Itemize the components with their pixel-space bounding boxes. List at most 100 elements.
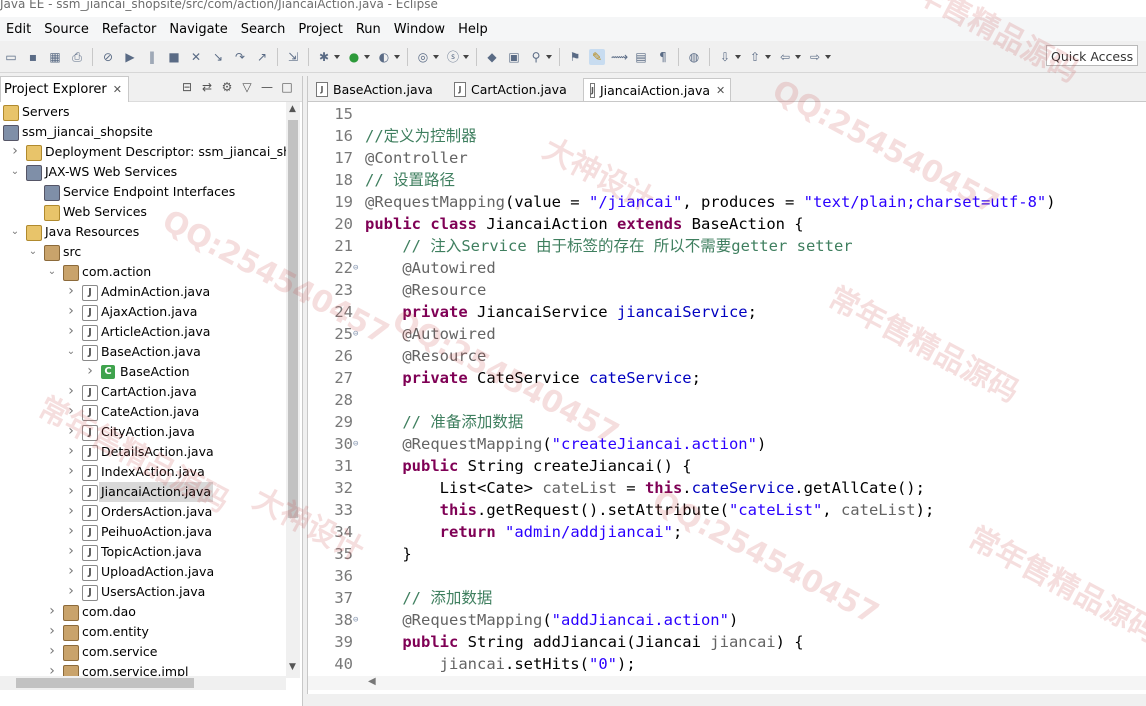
tree-item[interactable]: › J OrdersAction.java [0, 502, 286, 522]
editor-tab[interactable]: J CartAction.java [448, 78, 581, 101]
editor-tab[interactable]: J BaseAction.java [310, 78, 448, 101]
expanded-arrow-icon[interactable]: ⌄ [28, 242, 38, 262]
run-icon[interactable]: ● [346, 49, 362, 65]
tree-item[interactable]: Servers [0, 102, 286, 122]
code-line[interactable]: 40 jiancai.setHits("0"); [308, 653, 1146, 675]
collapsed-arrow-icon[interactable]: › [66, 442, 76, 462]
minimize-icon[interactable]: — [260, 80, 274, 94]
step-return-icon[interactable]: ↗ [254, 49, 270, 65]
tree-item[interactable]: › com.entity [0, 622, 286, 642]
code-line[interactable]: 16 //定义为控制器 [308, 125, 1146, 147]
collapsed-arrow-icon[interactable]: › [47, 622, 57, 642]
scroll-left-icon[interactable]: ◀ [368, 676, 376, 687]
tree-item[interactable]: ⌄ src [0, 242, 286, 262]
suspend-icon[interactable]: ‖ [144, 49, 160, 65]
code-area[interactable]: 15 16 //定义为控制器 17 @Controller 18 // 设置路径 19 @Req… [308, 102, 1146, 678]
view-menu-icon[interactable]: ▽ [240, 80, 254, 94]
skip-breakpoints-icon[interactable]: ⊘ [100, 49, 116, 65]
tree-item[interactable]: Service Endpoint Interfaces [0, 182, 286, 202]
collapsed-arrow-icon[interactable]: › [66, 522, 76, 542]
collapsed-arrow-icon[interactable]: › [10, 142, 20, 162]
code-line[interactable]: 38 ⊖ @RequestMapping("addJiancai.action") [308, 609, 1146, 631]
menu-refactor[interactable]: Refactor [95, 22, 163, 37]
tree-item[interactable]: › J CartAction.java [0, 382, 286, 402]
code-line[interactable]: 36 [308, 565, 1146, 587]
code-line[interactable]: 17 @Controller [308, 147, 1146, 169]
tree-item[interactable]: › J DetailsAction.java [0, 442, 286, 462]
collapsed-arrow-icon[interactable]: › [66, 382, 76, 402]
quick-access-input[interactable]: Quick Access [1046, 45, 1138, 66]
save-all-icon[interactable]: ▦ [47, 49, 63, 65]
collapsed-arrow-icon[interactable]: › [66, 322, 76, 342]
collapsed-arrow-icon[interactable]: › [66, 402, 76, 422]
step-over-icon[interactable]: ↷ [232, 49, 248, 65]
menu-edit[interactable]: Edit [0, 22, 37, 37]
block-select-icon[interactable]: ¶ [655, 49, 671, 65]
open-type-icon[interactable]: ◆ [484, 49, 500, 65]
scroll-up-icon[interactable]: ▲ [289, 104, 296, 114]
code-line[interactable]: 33 this.getRequest().setAttribute("cateL… [308, 499, 1146, 521]
new-server-icon[interactable]: ◎ [415, 49, 431, 65]
terminate-icon[interactable]: ■ [166, 49, 182, 65]
collapsed-arrow-icon[interactable]: › [47, 602, 57, 622]
dropdown-arrow-icon[interactable] [825, 55, 831, 59]
tree-item[interactable]: ssm_jiancai_shopsite [0, 122, 286, 142]
resume-icon[interactable]: ▶ [122, 49, 138, 65]
tree-item[interactable]: › J UsersAction.java [0, 582, 286, 602]
code-line[interactable]: 23 @Resource [308, 279, 1146, 301]
tree-item[interactable]: › J AjaxAction.java [0, 302, 286, 322]
collapsed-arrow-icon[interactable]: › [47, 642, 57, 662]
dropdown-arrow-icon[interactable] [334, 55, 340, 59]
tree-item[interactable]: › J PeihuoAction.java [0, 522, 286, 542]
collapsed-arrow-icon[interactable]: › [85, 362, 95, 382]
globe-icon[interactable]: ◍ [686, 49, 702, 65]
editor-tab[interactable]: J JiancaiAction.java ✕ [583, 78, 731, 101]
scroll-down-icon[interactable]: ▼ [289, 662, 296, 672]
code-line[interactable]: 24 private JiancaiService jiancaiService… [308, 301, 1146, 323]
drop-to-frame-icon[interactable]: ⇲ [285, 49, 301, 65]
prev-annotation-icon[interactable]: ⇧ [747, 49, 763, 65]
collapsed-arrow-icon[interactable]: › [66, 582, 76, 602]
tree-item[interactable]: ⌄ J BaseAction.java [0, 342, 286, 362]
code-line[interactable]: 37 // 添加数据 [308, 587, 1146, 609]
code-line[interactable]: 30 ⊖ @RequestMapping("createJiancai.actio… [308, 433, 1146, 455]
new-class-icon[interactable]: ⓢ [445, 49, 461, 65]
tree-item[interactable]: › Deployment Descriptor: ssm_jiancai_shop [0, 142, 286, 162]
annotation-icon[interactable]: ⚑ [567, 49, 583, 65]
fold-toggle-icon[interactable]: ⊖ [353, 257, 362, 279]
collapsed-arrow-icon[interactable]: › [66, 502, 76, 522]
collapsed-arrow-icon[interactable]: › [66, 562, 76, 582]
back-icon[interactable]: ⇦ [777, 49, 793, 65]
save-icon[interactable]: ▪ [25, 49, 41, 65]
dropdown-arrow-icon[interactable] [364, 55, 370, 59]
filter-icon[interactable]: ⚙ [220, 80, 234, 94]
dropdown-arrow-icon[interactable] [735, 55, 741, 59]
code-line[interactable]: 31 public String createJiancai() { [308, 455, 1146, 477]
code-line[interactable]: 18 // 设置路径 [308, 169, 1146, 191]
code-line[interactable]: 28 [308, 389, 1146, 411]
step-into-icon[interactable]: ↘ [210, 49, 226, 65]
external-tools-icon[interactable]: ◐ [376, 49, 392, 65]
open-folder-icon[interactable]: ▣ [506, 49, 522, 65]
collapsed-arrow-icon[interactable]: › [66, 302, 76, 322]
code-line[interactable]: 39 public String addJiancai(Jiancai jian… [308, 631, 1146, 653]
toggle-mark-icon[interactable]: ⟿ [611, 49, 628, 65]
link-with-editor-icon[interactable]: ⇄ [200, 80, 214, 94]
dropdown-arrow-icon[interactable] [765, 55, 771, 59]
tree-item[interactable]: › J TopicAction.java [0, 542, 286, 562]
editor-horizontal-scrollbar[interactable]: ◀ [308, 676, 1146, 690]
tree-item[interactable]: › J UploadAction.java [0, 562, 286, 582]
new-icon[interactable]: ▭ [3, 49, 19, 65]
code-line[interactable]: 20 public class JiancaiAction extends Bas… [308, 213, 1146, 235]
tree-item[interactable]: › com.service [0, 642, 286, 662]
project-explorer-tab[interactable]: Project Explorer ✕ [0, 75, 129, 102]
collapse-all-icon[interactable]: ⊟ [180, 80, 194, 94]
code-line[interactable]: 35 } [308, 543, 1146, 565]
dropdown-arrow-icon[interactable] [463, 55, 469, 59]
tree-item[interactable]: Web Services [0, 202, 286, 222]
tree-item[interactable]: › J ArticleAction.java [0, 322, 286, 342]
highlight-icon[interactable]: ✎ [589, 49, 605, 65]
menu-run[interactable]: Run [349, 22, 387, 37]
code-line[interactable]: 29 // 准备添加数据 [308, 411, 1146, 433]
scrollbar-thumb[interactable] [16, 678, 194, 688]
